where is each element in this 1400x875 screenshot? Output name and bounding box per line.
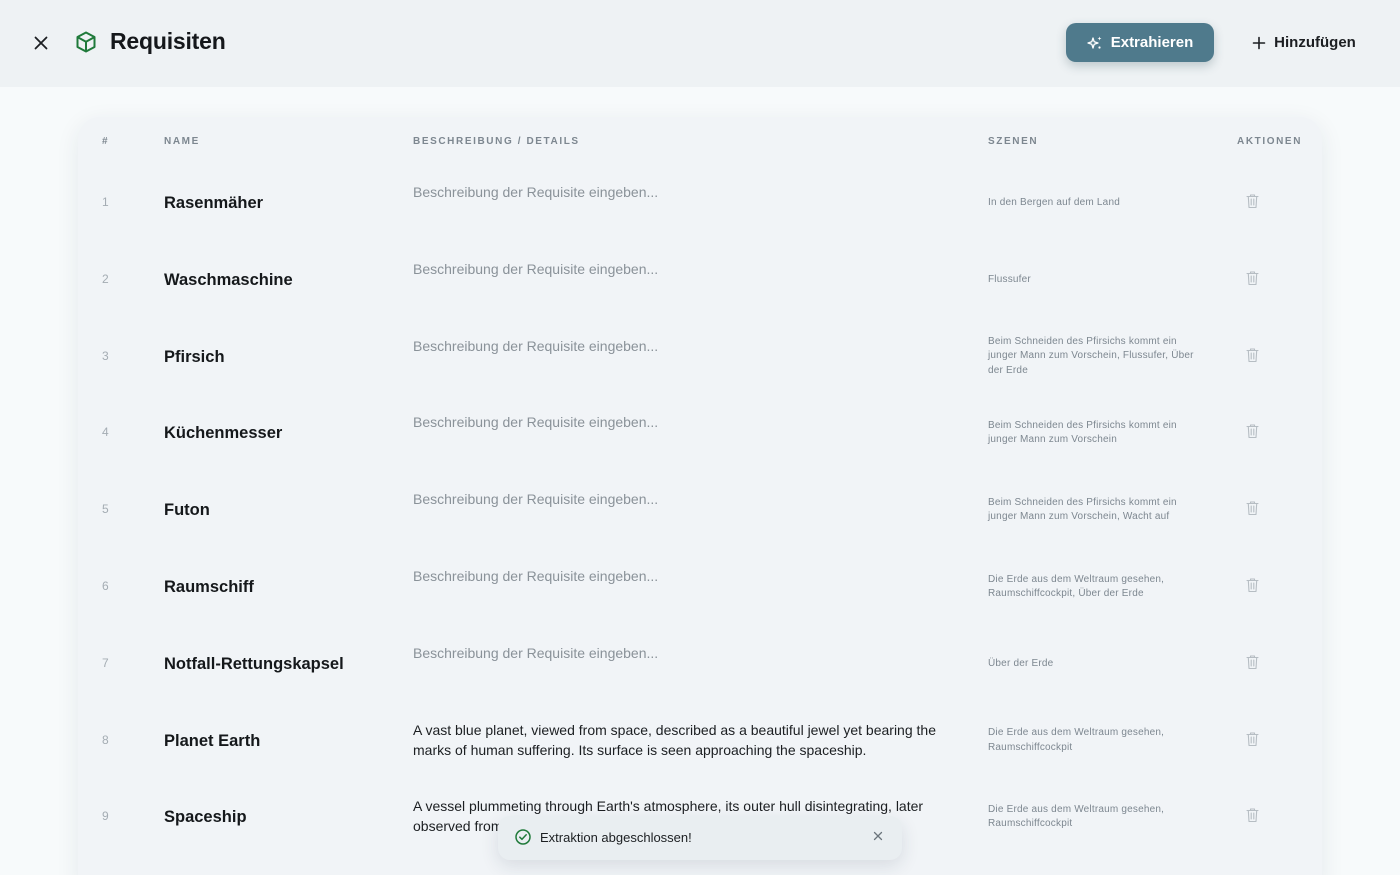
column-header-actions: AKTIONEN — [1237, 136, 1303, 147]
toast-close-button[interactable] — [871, 829, 885, 843]
row-number: 8 — [102, 732, 109, 747]
prop-description-field[interactable]: Beschreibung der Requisite eingeben... — [413, 182, 943, 202]
row-number: 5 — [102, 502, 109, 517]
table-row: 7 Notfall-Rettungskapsel Beschreibung der … — [78, 626, 1322, 703]
trash-icon — [1245, 732, 1259, 746]
prop-name: Notfall-Rettungskapsel — [164, 654, 344, 673]
prop-scenes: Beim Schneiden des Pfirsichs kommt ein j… — [988, 419, 1177, 446]
row-number: 3 — [102, 348, 109, 363]
trash-icon — [1245, 808, 1259, 823]
prop-scenes: Über der Erde — [988, 657, 1054, 669]
delete-button[interactable] — [1244, 576, 1260, 594]
sparkles-icon — [1087, 36, 1102, 49]
extract-button[interactable]: Extrahieren — [1066, 23, 1214, 62]
prop-scenes: Die Erde aus dem Weltraum gesehen, Raums… — [988, 573, 1165, 600]
column-header-name: NAME — [164, 136, 200, 147]
prop-name: Küchenmesser — [164, 424, 283, 443]
delete-button[interactable] — [1244, 269, 1260, 287]
table-row: 8 Planet Earth A vast blue planet, viewed … — [78, 703, 1322, 780]
page-title-wrap: Requisiten — [74, 28, 226, 55]
add-button-label: Hinzufügen — [1274, 34, 1356, 51]
row-number: 4 — [102, 425, 109, 440]
delete-button[interactable] — [1244, 730, 1260, 748]
delete-button[interactable] — [1244, 422, 1260, 440]
table-header: # NAME BESCHREIBUNG / DETAILS SZENEN AKT… — [78, 117, 1322, 165]
prop-description-field[interactable]: Beschreibung der Requisite eingeben... — [413, 566, 943, 586]
trash-icon — [1245, 194, 1259, 209]
column-header-number: # — [102, 136, 110, 147]
close-button[interactable] — [28, 30, 54, 56]
prop-scenes: Die Erde aus dem Weltraum gesehen, Raums… — [988, 803, 1165, 830]
row-number: 6 — [102, 579, 109, 593]
delete-button[interactable] — [1244, 192, 1260, 210]
page-title: Requisiten — [110, 28, 226, 54]
trash-icon — [1245, 348, 1259, 362]
trash-icon — [1245, 578, 1259, 593]
trash-icon — [1245, 501, 1259, 516]
extract-button-label: Extrahieren — [1110, 34, 1194, 51]
prop-name: Raumschiff — [164, 578, 254, 596]
prop-scenes: Die Erde aus dem Weltraum gesehen, Raums… — [988, 727, 1165, 753]
prop-name: Planet Earth — [164, 731, 261, 750]
prop-scenes: Flussufer — [988, 273, 1031, 285]
delete-button[interactable] — [1244, 806, 1260, 824]
prop-name: Rasenmäher — [164, 194, 264, 212]
prop-description-field[interactable]: Beschreibung der Requisite eingeben... — [413, 259, 943, 279]
close-icon — [34, 36, 48, 50]
props-table: # NAME BESCHREIBUNG / DETAILS SZENEN AKT… — [78, 117, 1322, 875]
prop-name: Pfirsich — [164, 347, 225, 366]
top-bar: Requisiten Extrahieren Hinzufügen — [0, 0, 1400, 87]
prop-description-field[interactable]: Beschreibung der Requisite eingeben... — [413, 412, 943, 432]
table-row: 1 Rasenmäher Beschreibung der Requisite ei… — [78, 165, 1322, 242]
table-row: 2 Waschmaschine Beschreibung der Requisite… — [78, 242, 1322, 319]
table-row: 3 Pfirsich Beschreibung der Requisite eing… — [78, 319, 1322, 396]
delete-button[interactable] — [1244, 499, 1260, 517]
prop-name: Waschmaschine — [164, 270, 293, 289]
row-number: 9 — [102, 809, 109, 824]
toast-message: Extraktion abgeschlossen! — [540, 830, 692, 845]
row-number: 7 — [102, 655, 109, 670]
close-icon — [873, 831, 883, 841]
trash-icon — [1245, 271, 1259, 285]
trash-icon — [1245, 424, 1259, 439]
column-header-scenes: SZENEN — [988, 136, 1039, 147]
check-circle-icon — [515, 829, 531, 845]
prop-description-field[interactable]: Beschreibung der Requisite eingeben... — [413, 336, 943, 356]
delete-button[interactable] — [1244, 653, 1260, 671]
cube-icon — [76, 31, 96, 52]
prop-scenes: Beim Schneiden des Pfirsichs kommt ein j… — [988, 335, 1194, 376]
row-number: 1 — [102, 195, 109, 209]
add-button[interactable]: Hinzufügen — [1244, 23, 1364, 62]
prop-description-field[interactable]: Beschreibung der Requisite eingeben... — [413, 489, 943, 509]
delete-button[interactable] — [1244, 346, 1260, 364]
table-row: 5 Futon Beschreibung der Requisite eingebe… — [78, 472, 1322, 549]
toast-notification: Extraktion abgeschlossen! — [498, 816, 902, 860]
prop-scenes: In den Bergen auf dem Land — [988, 196, 1120, 208]
table-row: 4 Küchenmesser Beschreibung der Requisite … — [78, 395, 1322, 472]
row-number: 2 — [102, 271, 109, 286]
column-header-description: BESCHREIBUNG / DETAILS — [413, 136, 580, 147]
trash-icon — [1245, 655, 1259, 669]
plus-icon — [1252, 36, 1266, 49]
prop-name: Futon — [164, 501, 210, 520]
prop-scenes: Beim Schneiden des Pfirsichs kommt ein j… — [988, 496, 1177, 523]
table-row: 6 Raumschiff Beschreibung der Requisite ei… — [78, 549, 1322, 626]
prop-name: Spaceship — [164, 808, 247, 827]
prop-description-field[interactable]: Beschreibung der Requisite eingeben... — [413, 643, 943, 663]
prop-description-field[interactable]: A vast blue planet, viewed from space, d… — [413, 720, 943, 760]
